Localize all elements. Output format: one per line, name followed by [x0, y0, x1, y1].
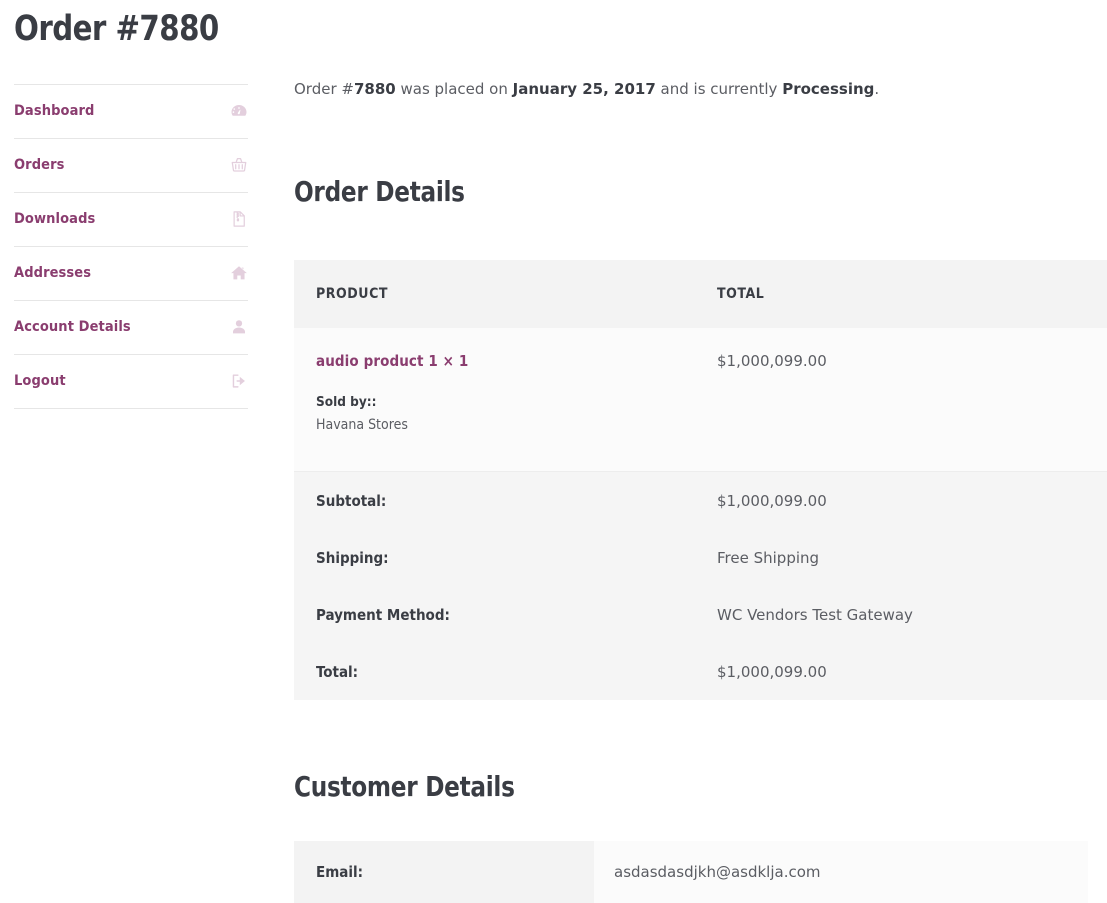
sidebar-item-downloads[interactable]: Downloads	[14, 193, 248, 247]
sidebar-link-logout[interactable]: Logout	[14, 355, 248, 408]
order-intro-connector: and is currently	[655, 80, 783, 98]
sidebar-item-account-details[interactable]: Account Details	[14, 301, 248, 355]
order-item-product-cell: audio product 1 × 1 Sold by:: Havana Sto…	[294, 327, 698, 472]
file-archive-icon	[230, 210, 248, 228]
dashboard-icon	[230, 102, 248, 120]
order-details-heading: Order Details	[294, 175, 465, 208]
summary-label: Subtotal:	[294, 471, 698, 530]
order-intro-prefix: Order #	[294, 80, 354, 98]
summary-row-total: Total: $1,000,099.00	[294, 643, 1107, 701]
page-title: Order #7880	[14, 9, 219, 49]
sidebar-item-label: Dashboard	[14, 102, 95, 119]
summary-value: $1,000,099.00	[698, 643, 1107, 701]
sidebar-item-label: Addresses	[14, 264, 92, 281]
sidebar-item-dashboard[interactable]: Dashboard	[14, 85, 248, 139]
account-sidebar: Order #7880 Dashboard Orders Downloads A…	[0, 0, 262, 409]
order-table-foot: Subtotal: $1,000,099.00 Shipping: Free S…	[294, 471, 1107, 701]
sidebar-link-dashboard[interactable]: Dashboard	[14, 85, 248, 138]
order-table-head: PRODUCT TOTAL	[294, 259, 1107, 328]
order-status-notice: Order #7880 was placed on January 25, 20…	[294, 0, 1088, 100]
sidebar-link-orders[interactable]: Orders	[14, 139, 248, 192]
sold-by-vendor: Havana Stores	[316, 416, 408, 433]
sidebar-item-label: Orders	[14, 156, 65, 173]
customer-table-body: Email: asdasdasdjkh@asdklja.com	[294, 841, 1088, 903]
sidebar-item-label: Account Details	[14, 318, 131, 335]
table-row: audio product 1 × 1 Sold by:: Havana Sto…	[294, 327, 1107, 472]
summary-row-shipping: Shipping: Free Shipping	[294, 529, 1107, 587]
order-content: Order #7880 was placed on January 25, 20…	[294, 0, 1107, 903]
table-row: Email: asdasdasdjkh@asdklja.com	[294, 841, 1088, 903]
summary-value: $1,000,099.00	[698, 471, 1107, 530]
user-icon	[230, 318, 248, 336]
home-icon	[230, 264, 248, 282]
sold-by-label: Sold by::	[316, 393, 377, 410]
product-link[interactable]: audio product 1 × 1	[316, 352, 468, 370]
summary-label: Total:	[294, 643, 698, 701]
sidebar-item-logout[interactable]: Logout	[14, 355, 248, 409]
order-intro-suffix: .	[874, 80, 880, 98]
summary-value: WC Vendors Test Gateway	[698, 586, 1107, 644]
shopping-basket-icon	[230, 156, 248, 174]
order-details-table: PRODUCT TOTAL audio product 1 × 1 Sold b…	[294, 259, 1107, 701]
sidebar-item-label: Downloads	[14, 210, 96, 227]
sign-out-icon	[230, 372, 248, 390]
quantity-separator: ×	[442, 351, 455, 370]
customer-email-value: asdasdasdjkh@asdklja.com	[594, 841, 1088, 903]
sidebar-item-label: Logout	[14, 372, 66, 389]
sidebar-link-downloads[interactable]: Downloads	[14, 193, 248, 246]
order-item-total: $1,000,099.00	[717, 351, 827, 370]
order-table-body: audio product 1 × 1 Sold by:: Havana Sto…	[294, 327, 1107, 472]
product-name: audio product 1	[316, 351, 438, 370]
summary-label: Shipping:	[294, 529, 698, 587]
order-status-badge: Processing	[782, 80, 875, 98]
column-header-total: TOTAL	[698, 259, 1107, 328]
sidebar-item-addresses[interactable]: Addresses	[14, 247, 248, 301]
order-item-total-cell: $1,000,099.00	[698, 327, 1107, 472]
account-navigation: Dashboard Orders Downloads Addresses Acc…	[14, 83, 248, 409]
summary-row-payment-method: Payment Method: WC Vendors Test Gateway	[294, 586, 1107, 644]
sidebar-link-account-details[interactable]: Account Details	[14, 301, 248, 354]
customer-details-table: Email: asdasdasdjkh@asdklja.com	[294, 841, 1088, 903]
summary-label: Payment Method:	[294, 586, 698, 644]
customer-details-heading: Customer Details	[294, 770, 515, 804]
account-order-page: Order #7880 Dashboard Orders Downloads A…	[0, 0, 1107, 903]
product-quantity: 1	[458, 351, 469, 370]
order-intro-date: January 25, 2017	[512, 80, 656, 98]
order-intro-number: 7880	[353, 80, 396, 98]
column-header-product: PRODUCT	[294, 259, 698, 328]
order-intro-middle: was placed on	[395, 80, 513, 98]
summary-value: Free Shipping	[698, 529, 1107, 587]
order-table-header-row: PRODUCT TOTAL	[294, 259, 1107, 328]
sidebar-item-orders[interactable]: Orders	[14, 139, 248, 193]
customer-email-label: Email:	[294, 841, 594, 903]
sidebar-link-addresses[interactable]: Addresses	[14, 247, 248, 300]
summary-row-subtotal: Subtotal: $1,000,099.00	[294, 471, 1107, 530]
